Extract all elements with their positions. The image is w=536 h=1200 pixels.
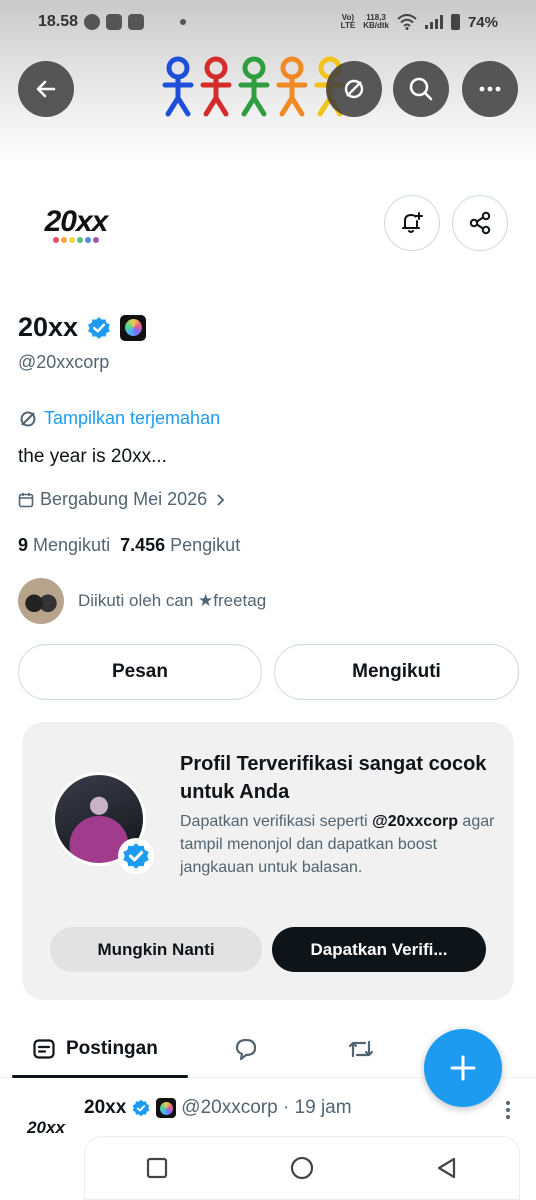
active-tab-indicator [12,1075,188,1078]
stick-figure-green [238,56,270,117]
chevron-right-icon [217,493,225,506]
verification-promo-card: Profil Terverifikasi sangat cocok untuk … [22,722,514,1000]
profile-handle: @20xxcorp [18,352,110,372]
translate-icon [344,79,364,99]
stick-figure-blue [162,56,194,117]
search-button[interactable] [393,61,449,117]
promo-description: Dapatkan verifikasi seperti @20xxcorp ag… [180,813,495,876]
banner-artwork [160,56,348,118]
back-button[interactable] [18,61,74,117]
recent-apps-icon[interactable] [145,1156,169,1180]
following-label: Mengikuti [33,535,111,555]
promo-title: Profil Terverifikasi sangat cocok untuk … [180,753,487,803]
stick-figure-red [200,56,232,117]
back-nav-icon[interactable] [435,1156,459,1180]
post-author-name[interactable]: 20xx [84,1097,126,1119]
following-count: 9 [18,535,29,555]
post-header: 20xx @20xxcorp · 19 jam [84,1097,352,1119]
follower-avatar [18,578,64,624]
calendar-icon [18,492,34,507]
bell-plus-icon [402,212,423,233]
post-meta: @20xxcorp · 19 jam [181,1097,352,1118]
more-horizontal-icon [479,86,501,92]
profile-name: 20xx [18,312,79,342]
stick-figure-orange [276,56,308,117]
verified-badge-icon [132,1099,150,1117]
joined-date: Bergabung Mei 2026 [40,489,208,509]
show-translation-label: Tampilkan terjemahan [44,408,221,428]
tab-posts-label: Postingan [66,1038,158,1059]
message-button[interactable]: Pesan [18,644,262,700]
translate-small-icon [20,411,36,426]
arrow-left-icon [36,80,56,98]
followed-by-text: Diikuti oleh can ★freetag [78,591,267,610]
instagram-notification-icon-2 [128,14,145,30]
followed-by-row[interactable]: Diikuti oleh can ★freetag [18,578,266,624]
share-icon [469,211,491,235]
show-translation-link[interactable]: Tampilkan terjemahan [18,408,220,429]
profile-bio: the year is 20xx... [18,446,167,467]
promo-handle: @20xxcorp [372,813,458,830]
instagram-notification-icon [106,14,123,30]
notifications-subscribe-button[interactable] [384,195,440,251]
follow-stats: 9 Mengikuti 7.456 Pengikut [18,535,240,556]
network-speed: 118,3 KB/dtk [363,13,389,30]
verified-badge-icon[interactable] [86,315,112,341]
search-icon [409,77,433,101]
reply-bubble-icon [235,1038,257,1061]
avatar-logo-text: 20xx [44,205,109,238]
repost-icon [348,1040,374,1058]
following-stat[interactable]: 9 Mengikuti [18,535,110,556]
plus-icon [450,1055,476,1081]
get-verified-button[interactable]: Dapatkan Verifi... [272,927,486,972]
affiliation-badge-icon [156,1098,177,1118]
following-button[interactable]: Mengikuti [274,644,519,700]
system-navigation-bar [84,1136,520,1200]
more-options-button[interactable] [462,61,518,117]
followers-label: Pengikut [170,535,241,555]
more-notifications-dot-icon [180,19,187,25]
post-more-icon[interactable] [504,1100,512,1120]
wifi-icon [397,14,417,30]
home-icon[interactable] [289,1155,315,1181]
posts-icon [33,1039,55,1059]
status-bar: 18.58 Vo) LTE 118,3 KB/dtk 74% [0,0,536,44]
share-button[interactable] [452,195,508,251]
post-author-avatar[interactable]: 20xx [18,1100,74,1156]
battery-percent: 74% [467,13,498,31]
chat-notification-icon [84,14,101,30]
maybe-later-button[interactable]: Mungkin Nanti [50,927,262,972]
verified-badge-icon [118,838,154,874]
status-time: 18.58 [38,13,79,30]
signal-icon [424,15,443,29]
tab-replies[interactable] [232,1020,260,1078]
affiliation-badge-icon[interactable] [120,314,147,341]
joined-date-row[interactable]: Bergabung Mei 2026 [18,489,227,510]
avatar-logo-dots [53,237,99,243]
compose-post-button[interactable] [424,1029,502,1107]
battery-icon [450,14,460,30]
followers-stat[interactable]: 7.456 Pengikut [120,535,240,556]
translate-button[interactable] [326,61,382,117]
network-type: Vo) LTE [340,13,356,30]
profile-avatar[interactable]: 20xx [12,160,140,288]
tab-posts[interactable]: Postingan [32,1020,158,1078]
tab-reposts[interactable] [346,1020,376,1078]
followers-count: 7.456 [120,535,166,555]
profile-name-row: 20xx [18,312,147,343]
